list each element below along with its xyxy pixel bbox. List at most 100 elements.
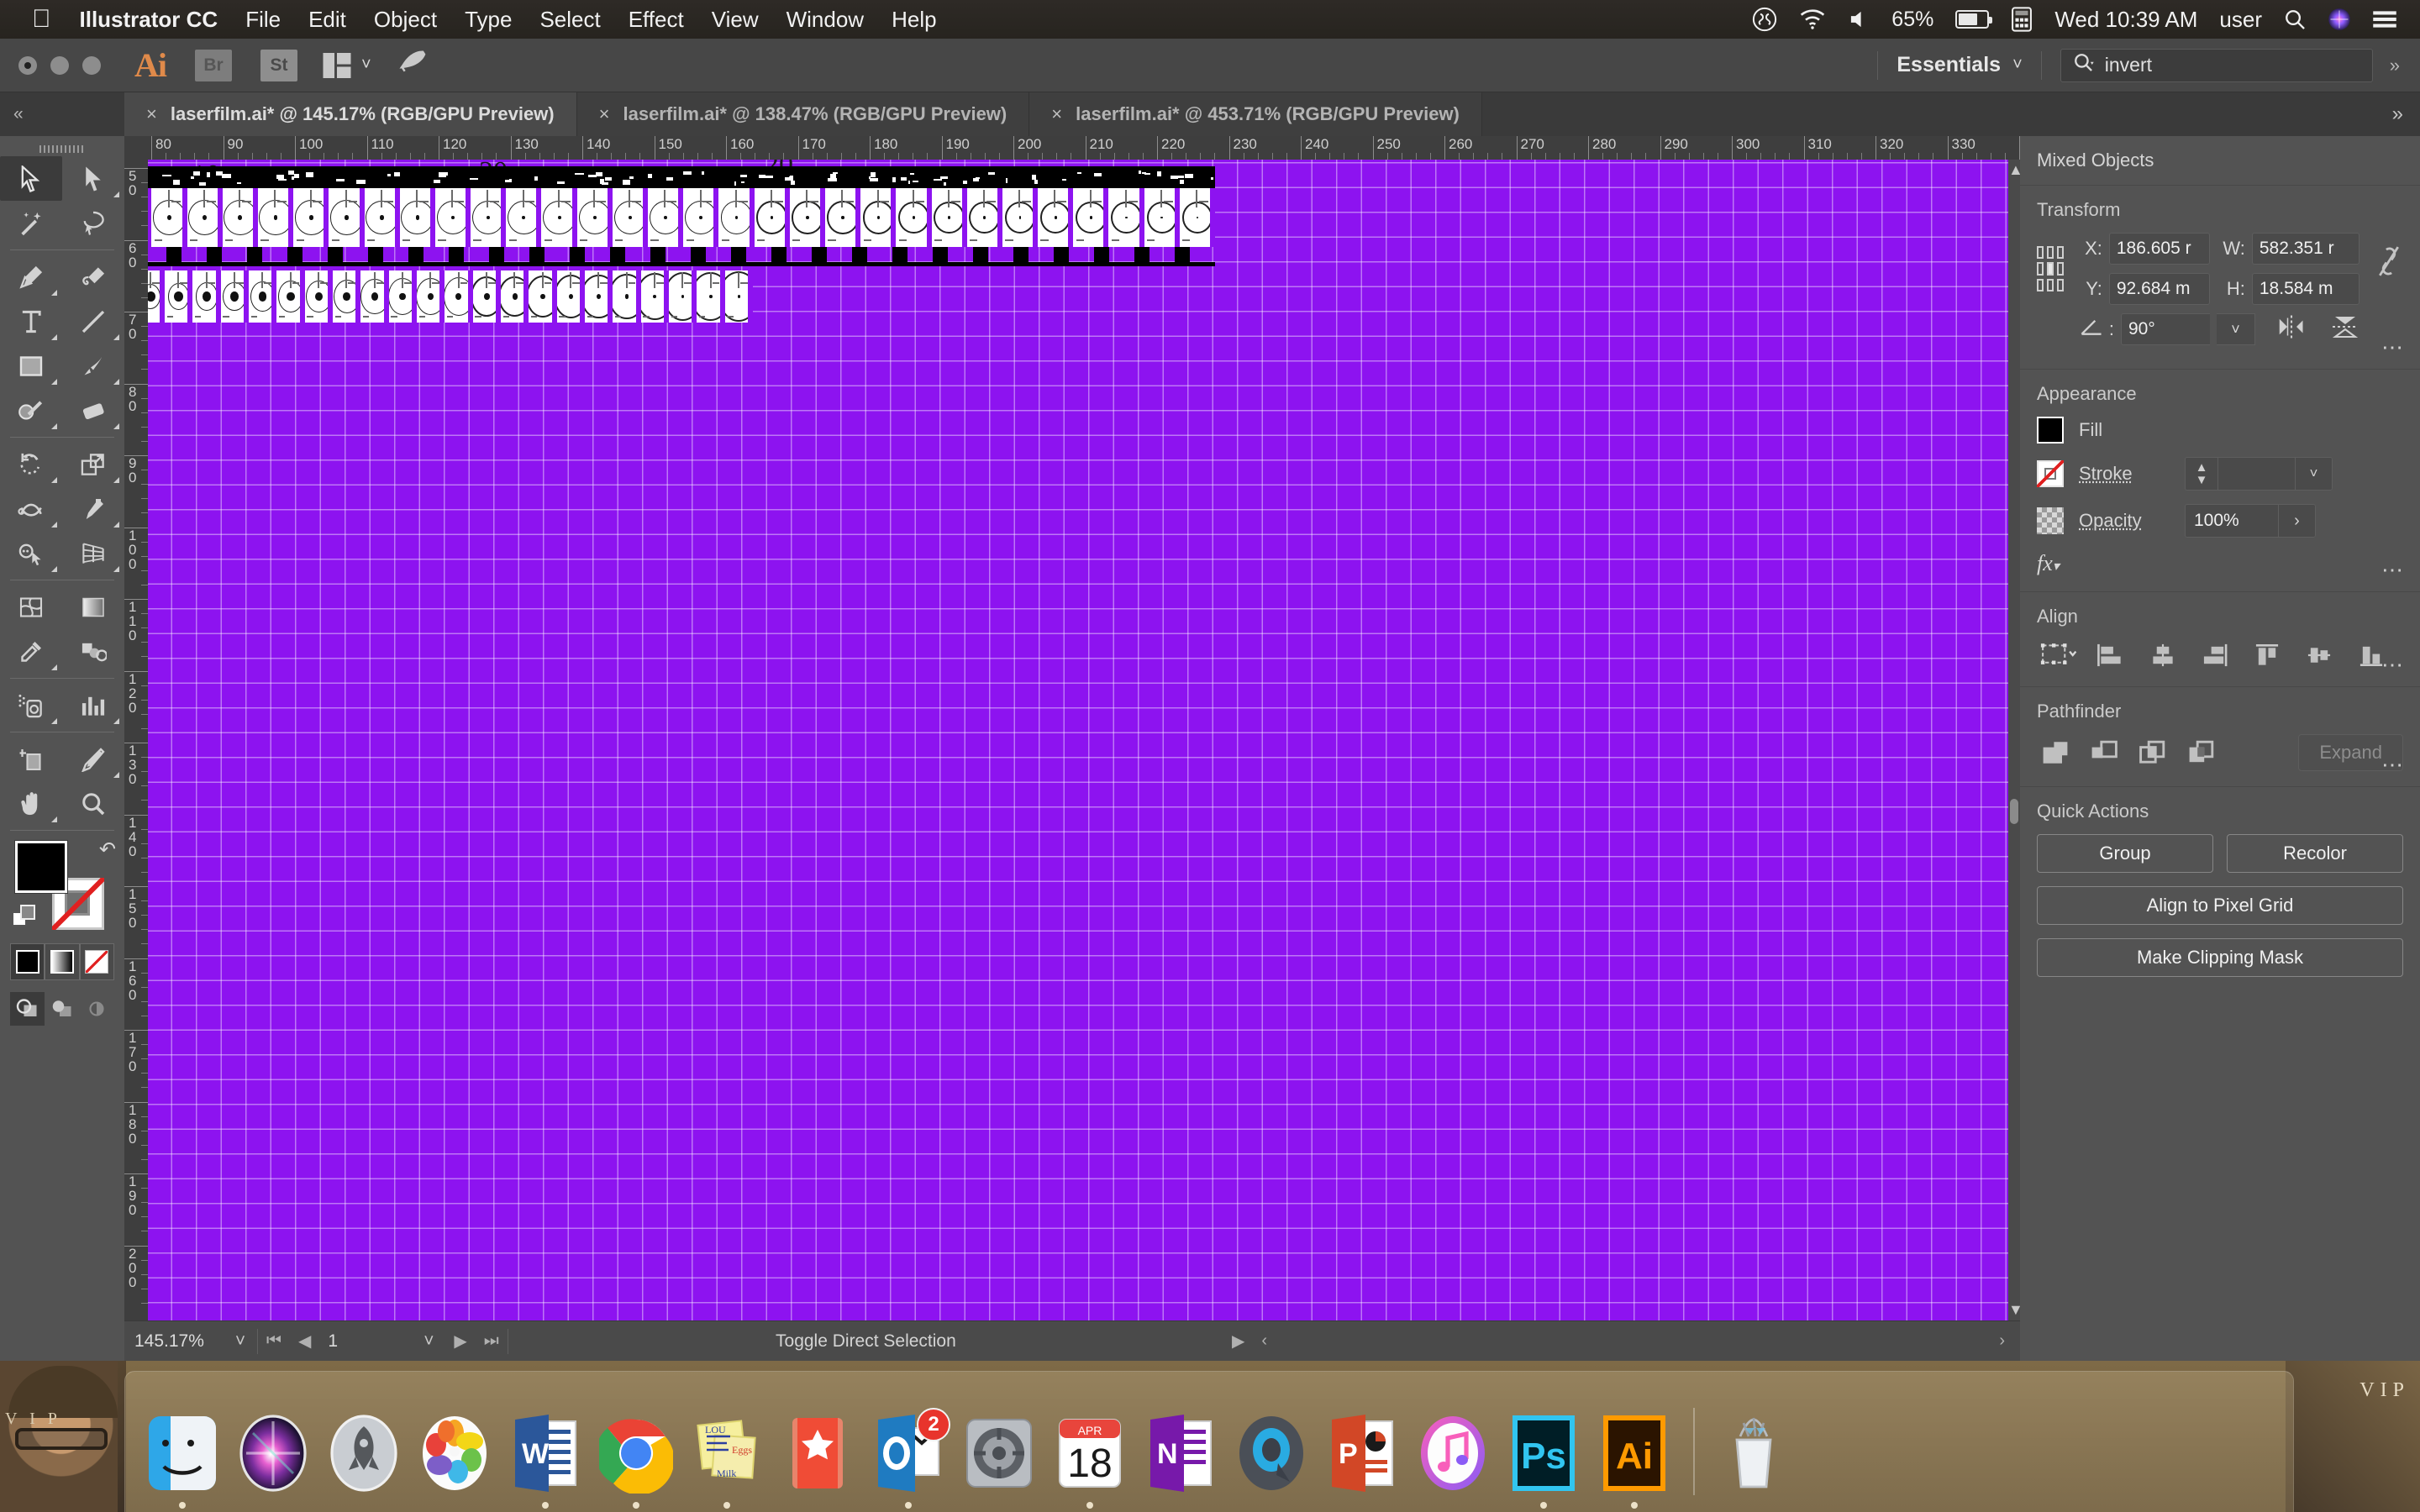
type-tool[interactable] <box>0 299 62 344</box>
film-frame[interactable] <box>1108 188 1144 247</box>
free-transform-tool[interactable] <box>62 486 124 531</box>
control-center-icon[interactable] <box>2373 10 2396 29</box>
perspective-grid-tool[interactable] <box>62 531 124 575</box>
transform-more-options-icon[interactable]: ⋯ <box>2381 334 2405 360</box>
film-frame[interactable] <box>1144 188 1180 247</box>
film-frame[interactable] <box>641 270 669 323</box>
film-frame[interactable] <box>445 270 472 323</box>
width-tool[interactable] <box>0 486 62 531</box>
menu-item-edit[interactable]: Edit <box>308 7 346 33</box>
selection-tool[interactable] <box>0 156 62 201</box>
film-frame[interactable] <box>249 270 276 323</box>
scrollbar-thumb[interactable] <box>2010 799 2018 824</box>
dock-item-launchpad[interactable] <box>320 1410 408 1500</box>
film-frame[interactable] <box>360 270 388 323</box>
film-frame[interactable] <box>1038 188 1073 247</box>
film-frame[interactable] <box>896 188 931 247</box>
film-frame[interactable] <box>192 270 220 323</box>
fill-swatch[interactable] <box>15 841 67 893</box>
reference-point-icon[interactable] <box>2037 246 2064 291</box>
film-frame[interactable] <box>669 270 697 323</box>
align-top-icon[interactable] <box>2249 639 2286 671</box>
apple-icon[interactable]:  <box>32 7 51 32</box>
shaper-tool[interactable] <box>0 388 62 433</box>
eyedropper-tool[interactable] <box>0 629 62 674</box>
dock-item-system-preferences[interactable] <box>955 1410 1043 1500</box>
minimize-window-button[interactable] <box>50 56 69 75</box>
film-frame[interactable] <box>529 270 556 323</box>
document-tab-1[interactable]: × laserfilm.ai* @ 145.17% (RGB/GPU Previ… <box>124 92 577 136</box>
draw-inside-button[interactable] <box>80 992 114 1026</box>
film-frame[interactable] <box>648 188 683 247</box>
close-window-button[interactable] <box>18 56 37 75</box>
film-frame[interactable] <box>577 188 613 247</box>
window-controls[interactable] <box>18 56 101 75</box>
tab-overflow-icon[interactable]: » <box>2375 92 2420 136</box>
dock-item-trash[interactable] <box>1710 1410 1797 1500</box>
align-more-options-icon[interactable]: ⋯ <box>2381 652 2405 678</box>
film-frame[interactable] <box>223 188 258 247</box>
film-frame[interactable] <box>506 188 541 247</box>
film-frame[interactable] <box>165 270 192 323</box>
film-frame[interactable] <box>148 270 165 323</box>
dock-item-itunes[interactable] <box>1409 1410 1497 1500</box>
previous-artboard-icon[interactable]: ◀ <box>290 1331 319 1352</box>
dock-item-microsoft-outlook[interactable]: 2 <box>865 1410 952 1500</box>
opacity-label[interactable]: Opacity <box>2079 510 2170 532</box>
intersect-icon[interactable] <box>2138 739 2168 766</box>
zoom-level[interactable]: 145.17% <box>124 1331 224 1352</box>
swap-fill-stroke-icon[interactable]: ↶ <box>99 837 116 862</box>
flip-vertical-icon[interactable] <box>2331 314 2360 345</box>
zoom-tool[interactable] <box>62 781 124 826</box>
film-frame-row[interactable] <box>148 270 753 323</box>
film-frame[interactable] <box>365 188 400 247</box>
align-to-pixel-grid-button[interactable]: Align to Pixel Grid <box>2037 886 2403 925</box>
y-field[interactable]: 92.684 m <box>2109 273 2210 305</box>
rectangle-tool[interactable] <box>0 344 62 388</box>
dock-item-quicktime-player[interactable] <box>1228 1410 1315 1500</box>
opacity-expand-icon[interactable]: › <box>2278 505 2315 537</box>
artboard[interactable]: 102020 <box>148 160 2008 1322</box>
rotate-tool[interactable] <box>0 442 62 486</box>
zoom-chevron-down-icon[interactable]: ˅ <box>224 1321 257 1361</box>
film-frame[interactable] <box>541 188 576 247</box>
menu-item-select[interactable]: Select <box>539 7 600 33</box>
vertical-scrollbar[interactable] <box>2008 160 2020 1322</box>
film-frame[interactable] <box>613 188 648 247</box>
shape-builder-tool[interactable] <box>0 531 62 575</box>
status-chevron-right-icon[interactable]: › <box>1991 1331 2020 1351</box>
minus-front-icon[interactable] <box>2089 739 2119 766</box>
last-artboard-icon[interactable]: ⏭ <box>476 1331 508 1351</box>
close-icon[interactable]: × <box>146 103 157 125</box>
workspace-selector[interactable]: Essentials <box>1897 53 2001 77</box>
film-frame[interactable] <box>389 270 417 323</box>
first-artboard-icon[interactable]: ⏮ <box>258 1331 290 1351</box>
film-frame[interactable] <box>258 188 293 247</box>
film-frame-row[interactable] <box>148 188 1215 247</box>
film-frame[interactable] <box>683 188 718 247</box>
scroll-down-icon[interactable]: ▼ <box>2008 1301 2020 1319</box>
slice-tool[interactable] <box>62 737 124 781</box>
document-tab-3[interactable]: × laserfilm.ai* @ 453.71% (RGB/GPU Previ… <box>1029 92 1482 136</box>
direct-selection-tool[interactable] <box>62 156 124 201</box>
gradient-tool[interactable] <box>62 585 124 629</box>
align-left-icon[interactable] <box>2092 639 2129 671</box>
film-frame[interactable] <box>585 270 613 323</box>
film-frame[interactable] <box>557 270 585 323</box>
status-chevron-left-icon[interactable]: ‹ <box>1253 1331 1276 1351</box>
fill-swatch[interactable] <box>2037 417 2064 444</box>
film-frame[interactable] <box>967 188 1002 247</box>
film-frame[interactable] <box>613 270 640 323</box>
artboard-tool[interactable] <box>0 737 62 781</box>
opacity-value[interactable]: 100% <box>2186 505 2278 537</box>
battery-icon[interactable] <box>1955 10 1989 29</box>
dock-item-finder[interactable] <box>139 1410 226 1500</box>
artboard-chevron-down-icon[interactable]: ˅ <box>412 1321 445 1361</box>
align-horizontal-center-icon[interactable] <box>2144 639 2181 671</box>
close-icon[interactable]: × <box>599 103 610 125</box>
film-frame[interactable] <box>825 188 860 247</box>
scale-tool[interactable] <box>62 442 124 486</box>
siri-icon[interactable] <box>2328 8 2351 31</box>
stroke-label[interactable]: Stroke <box>2079 463 2170 485</box>
dock-item-photos[interactable] <box>411 1410 498 1500</box>
